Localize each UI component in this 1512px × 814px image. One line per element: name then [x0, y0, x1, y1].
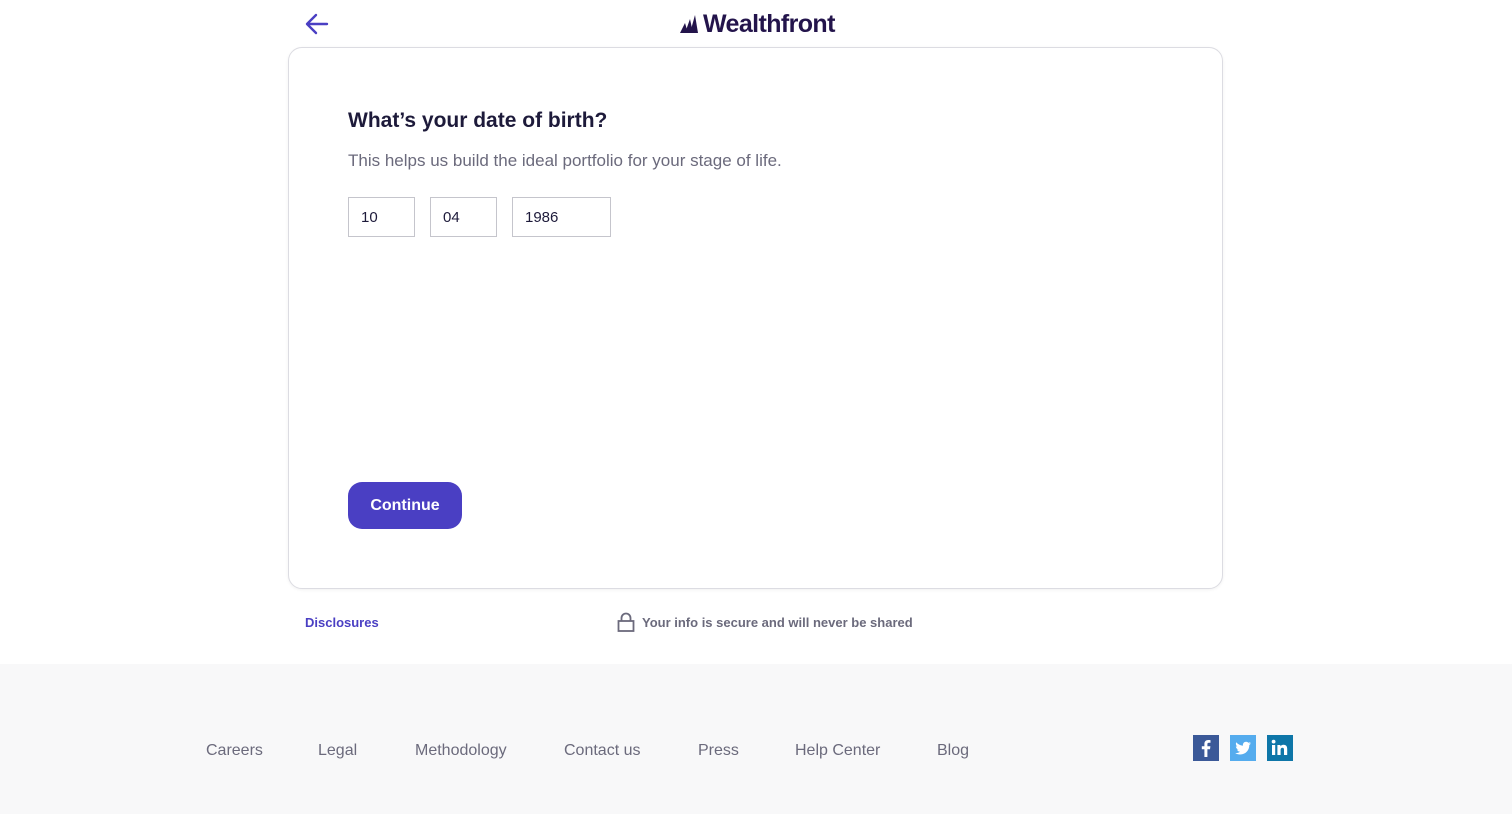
back-button[interactable]: [300, 10, 334, 38]
birth-month-input[interactable]: [348, 197, 415, 237]
page-subtitle: This helps us build the ideal portfolio …: [348, 151, 782, 170]
wealthfront-logo[interactable]: Wealthfront: [679, 8, 835, 40]
footer-link-legal[interactable]: Legal: [318, 742, 357, 760]
twitter-icon: [1230, 735, 1256, 761]
security-notice-text: Your info is secure and will never be sh…: [642, 614, 913, 630]
facebook-icon: [1193, 735, 1219, 761]
logo-text: Wealthfront: [703, 9, 835, 38]
footer-link-press[interactable]: Press: [698, 742, 739, 760]
lock-icon: [617, 612, 635, 632]
arrow-left-icon: [305, 13, 329, 35]
top-bar: Wealthfront: [0, 0, 1512, 48]
twitter-link[interactable]: [1230, 735, 1256, 761]
footer-link-contact-us[interactable]: Contact us: [564, 742, 640, 760]
continue-button[interactable]: Continue: [348, 482, 462, 529]
disclosures-link[interactable]: Disclosures: [305, 615, 379, 630]
wealthfront-mark-icon: [680, 15, 698, 33]
footer: Careers Legal Methodology Contact us Pre…: [0, 664, 1512, 814]
page-title: What’s your date of birth?: [348, 109, 608, 132]
footer-link-careers[interactable]: Careers: [206, 742, 263, 760]
security-notice: Your info is secure and will never be sh…: [617, 612, 913, 632]
footer-link-help-center[interactable]: Help Center: [795, 742, 880, 760]
dob-card: What’s your date of birth? This helps us…: [288, 47, 1223, 589]
linkedin-link[interactable]: [1267, 735, 1293, 761]
birth-day-input[interactable]: [430, 197, 497, 237]
footer-link-blog[interactable]: Blog: [937, 742, 969, 760]
linkedin-icon: [1267, 735, 1293, 761]
birth-year-input[interactable]: [512, 197, 611, 237]
footer-link-methodology[interactable]: Methodology: [415, 742, 507, 760]
facebook-link[interactable]: [1193, 735, 1219, 761]
